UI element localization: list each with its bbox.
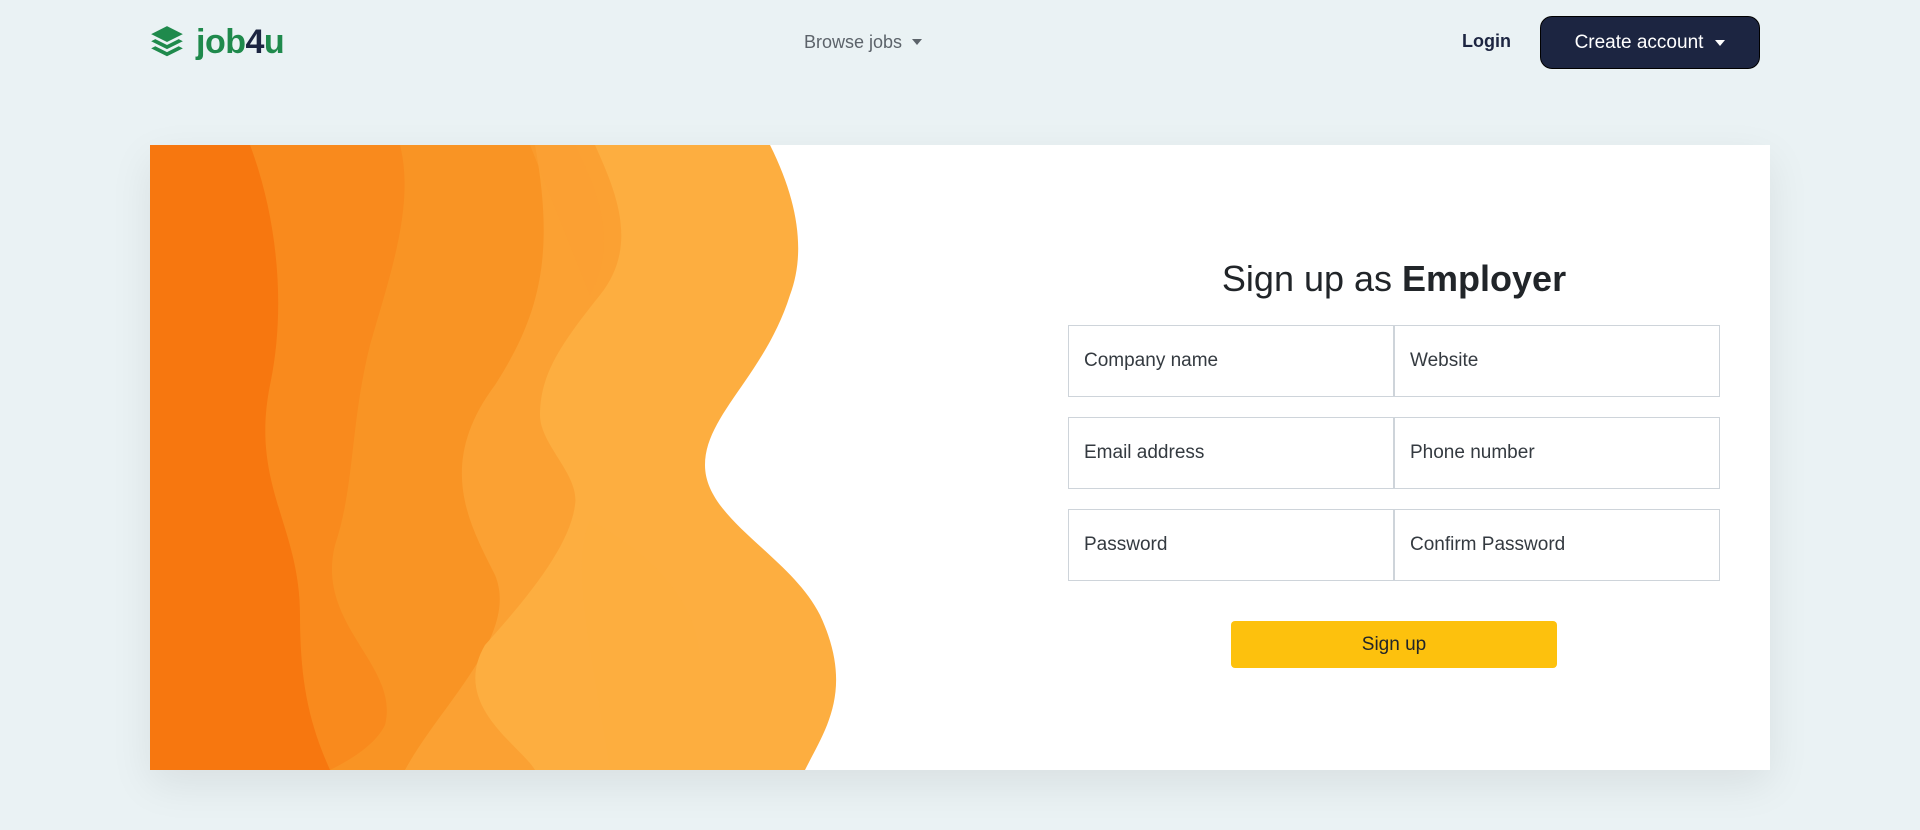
website-input[interactable]	[1395, 326, 1719, 396]
title-prefix: Sign up as	[1221, 258, 1403, 299]
company-name-input[interactable]	[1069, 326, 1393, 396]
brand-name-part1: job	[196, 23, 246, 61]
signup-card: Sign up as Employer Sign	[150, 145, 1770, 770]
brand-logo-link[interactable]: job4u	[148, 20, 285, 64]
form-row-company	[1068, 325, 1720, 397]
password-field-wrapper	[1068, 509, 1394, 581]
create-account-label: Create account	[1574, 31, 1704, 53]
phone-field-wrapper	[1394, 417, 1720, 489]
login-link[interactable]: Login	[1462, 28, 1511, 54]
website-field-wrapper	[1394, 325, 1720, 397]
create-account-button[interactable]: Create account	[1540, 16, 1760, 69]
email-input[interactable]	[1069, 418, 1393, 488]
brand-name: job4u	[196, 20, 285, 64]
browse-jobs-label: Browse jobs	[804, 31, 903, 52]
signup-form: Sign up as Employer Sign	[1068, 253, 1720, 668]
form-row-contact	[1068, 417, 1720, 489]
chevron-down-icon	[1715, 39, 1726, 46]
password-input[interactable]	[1069, 510, 1393, 580]
confirm-password-field-wrapper	[1394, 509, 1720, 581]
confirm-password-input[interactable]	[1395, 510, 1719, 580]
layers-icon	[151, 26, 183, 57]
title-role: Employer	[1402, 258, 1567, 299]
chevron-down-icon	[912, 39, 923, 45]
email-field-wrapper	[1068, 417, 1394, 489]
brand-name-part3: u	[263, 23, 285, 61]
brand-name-part2: 4	[245, 23, 264, 61]
sign-up-button[interactable]: Sign up	[1231, 621, 1557, 668]
orange-waves-illustration	[150, 145, 850, 770]
browse-jobs-dropdown[interactable]: Browse jobs	[804, 29, 923, 55]
form-title: Sign up as Employer	[1068, 253, 1720, 305]
navbar: job4u Browse jobs Login Create account	[0, 0, 1920, 84]
phone-input[interactable]	[1395, 418, 1719, 488]
company-name-field-wrapper	[1068, 325, 1394, 397]
form-row-password	[1068, 509, 1720, 581]
